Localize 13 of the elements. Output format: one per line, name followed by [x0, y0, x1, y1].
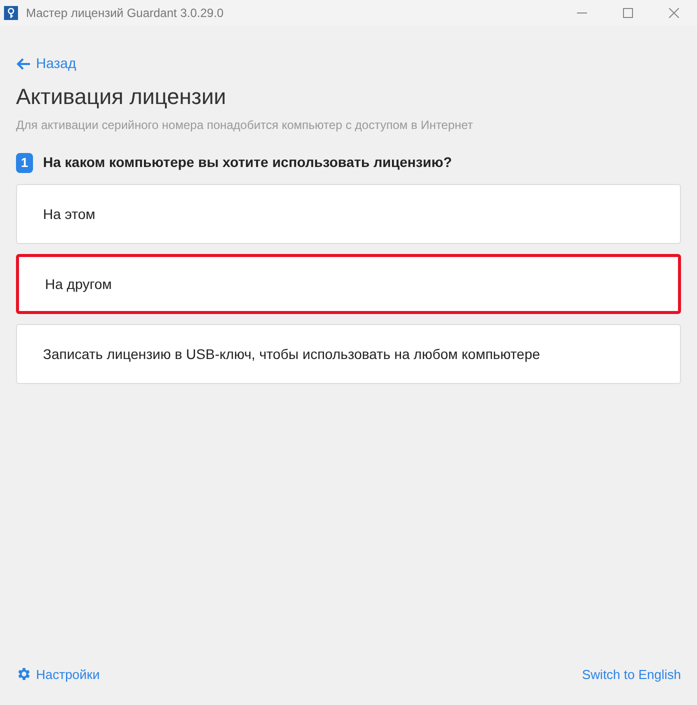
page-heading: Активация лицензии — [16, 83, 228, 111]
settings-icon — [16, 666, 32, 682]
option-card[interactable]: На другом — [16, 254, 681, 314]
step-question: На каком компьютере вы хотите использовать лицензию? — [43, 153, 452, 172]
arrow-left-icon — [16, 58, 31, 70]
subtitle: Для активации серийного номера понадобится компьютер с доступом в Интернет — [16, 117, 474, 134]
window-title: Мастер лицензий Guardant 3.0.29.0 — [26, 5, 224, 22]
option-card[interactable]: Записать лицензию в USB-ключ, чтобы использовать на любом компьютере — [16, 324, 681, 384]
option-card[interactable]: На этом — [16, 184, 681, 244]
close-icon — [669, 8, 679, 18]
step-number: 1 — [16, 152, 33, 172]
app-logo-icon — [4, 6, 18, 20]
maximize-icon — [623, 8, 633, 18]
